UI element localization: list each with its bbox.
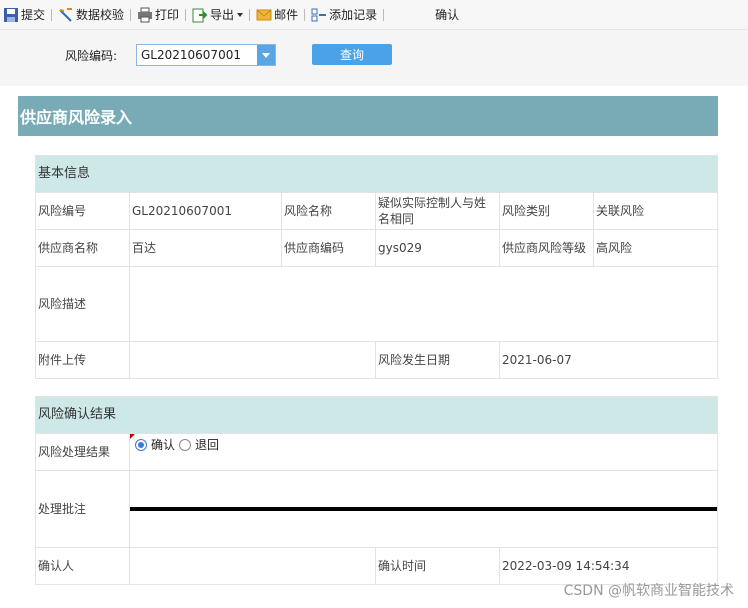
print-icon: [137, 7, 153, 23]
form-title: 供应商风险录入: [18, 96, 718, 136]
note-textarea[interactable]: [130, 507, 718, 511]
validate-button[interactable]: 数据校验: [55, 0, 127, 30]
toolbar: 提交 数据校验 打印 导出 邮件 添加记录 确认: [0, 0, 748, 30]
table-row: 风险描述: [35, 266, 719, 342]
risk-code-select-value: GL20210607001: [141, 48, 241, 62]
supplier-code-label: 供应商编码: [281, 229, 376, 267]
toolbar-divider: [304, 8, 306, 21]
email-button[interactable]: 邮件: [253, 0, 301, 30]
export-button[interactable]: 导出: [189, 0, 246, 30]
submit-label: 提交: [21, 8, 46, 22]
risk-name-label: 风险名称: [281, 192, 376, 230]
save-icon: [3, 7, 19, 23]
time-label: 确认时间: [375, 547, 500, 585]
table-row: 风险处理结果 确认 退回: [35, 433, 719, 471]
risk-code-query-label: 风险编码:: [65, 49, 118, 63]
date-value: 2021-06-07: [498, 341, 719, 379]
risk-type-label: 风险类别: [499, 192, 594, 230]
email-icon: [256, 7, 272, 23]
print-label: 打印: [155, 8, 180, 22]
date-label: 风险发生日期: [375, 341, 500, 379]
table-row: 供应商名称 百达 供应商编码 gys029 供应商风险等级 高风险: [35, 229, 719, 267]
confirm-button[interactable]: 确认: [432, 0, 462, 30]
risk-desc-label: 风险描述: [35, 266, 130, 342]
basic-info-header-row: 基本信息: [34, 155, 719, 193]
chevron-down-icon: [237, 12, 244, 17]
toolbar-divider: [130, 8, 132, 21]
toolbar-divider: [185, 8, 187, 21]
risk-name-value: 疑似实际控制人与姓名相同: [375, 192, 500, 230]
toolbar-divider: [383, 8, 385, 21]
radio-return-label[interactable]: 退回: [195, 437, 219, 453]
result-label: 风险处理结果: [35, 433, 130, 471]
confirm-label: 确认: [435, 8, 460, 22]
person-label: 确认人: [35, 547, 130, 585]
validate-icon: [58, 7, 74, 23]
add-record-button[interactable]: 添加记录: [308, 0, 380, 30]
attach-label: 附件上传: [35, 341, 130, 379]
validate-label: 数据校验: [76, 8, 125, 22]
supplier-code-value: gys029: [375, 229, 500, 267]
add-record-icon: [311, 7, 327, 23]
submit-button[interactable]: 提交: [0, 0, 48, 30]
note-cell: [128, 470, 719, 548]
table-row: 风险编号 GL20210607001 风险名称 疑似实际控制人与姓名相同 风险类…: [35, 192, 719, 230]
radio-confirm[interactable]: [135, 439, 147, 451]
attach-field[interactable]: [129, 341, 376, 379]
result-radio-group: 确认 退回: [130, 434, 717, 456]
basic-info-table: 基本信息 风险编号 GL20210607001 风险名称 疑似实际控制人与姓名相…: [34, 155, 719, 379]
export-icon: [192, 7, 208, 23]
dropdown-arrow-icon[interactable]: [257, 45, 275, 65]
confirm-result-table: 风险确认结果 风险处理结果 确认 退回 处理批注 确认人 确认时间 2022-0…: [34, 396, 719, 585]
table-row: 确认人 确认时间 2022-03-09 14:54:34: [35, 547, 719, 585]
result-radio-cell: 确认 退回: [128, 433, 719, 471]
note-label: 处理批注: [35, 470, 130, 548]
risk-code-value: GL20210607001: [129, 192, 282, 230]
person-field[interactable]: [129, 547, 376, 585]
query-button[interactable]: 查询: [312, 44, 392, 65]
email-label: 邮件: [274, 8, 299, 22]
radio-confirm-label[interactable]: 确认: [151, 437, 175, 453]
toolbar-divider: [249, 8, 251, 21]
query-bar: 风险编码: GL20210607001 查询: [0, 30, 748, 86]
toolbar-divider: [51, 8, 53, 21]
risk-type-value: 关联风险: [592, 192, 719, 230]
radio-return[interactable]: [179, 439, 192, 451]
add-record-label: 添加记录: [329, 8, 378, 22]
time-value: 2022-03-09 14:54:34: [498, 547, 719, 585]
risk-code-label: 风险编号: [35, 192, 130, 230]
export-label: 导出: [210, 8, 235, 22]
supplier-name-value: 百达: [129, 229, 282, 267]
risk-level-label: 供应商风险等级: [499, 229, 594, 267]
risk-code-select[interactable]: GL20210607001: [136, 44, 276, 66]
basic-info-header: 基本信息: [34, 155, 719, 193]
table-row: 附件上传 风险发生日期 2021-06-07: [35, 341, 719, 379]
print-button[interactable]: 打印: [134, 0, 182, 30]
confirm-header-row: 风险确认结果: [34, 396, 719, 434]
watermark: CSDN @帆软商业智能技术: [563, 583, 734, 599]
risk-level-value: 高风险: [592, 229, 719, 267]
confirm-header: 风险确认结果: [34, 396, 719, 434]
required-mark: [130, 434, 135, 439]
supplier-name-label: 供应商名称: [35, 229, 130, 267]
table-row: 处理批注: [35, 470, 719, 548]
risk-desc-field[interactable]: [128, 266, 719, 342]
